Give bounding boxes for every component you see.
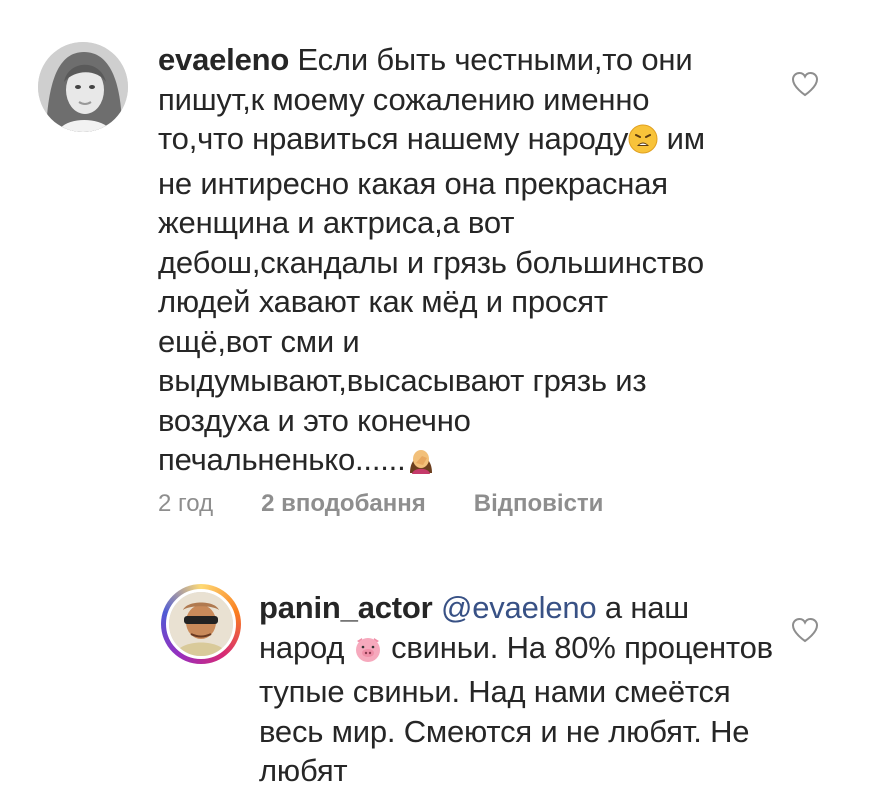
reply-button[interactable]: Відповісти xyxy=(474,490,604,518)
comment-body-part: им не интиресно какая она прекрасная жен… xyxy=(158,121,705,477)
pig-face-emoji-icon xyxy=(353,633,383,673)
comment-text: evaeleno Если быть честными,то они пишут… xyxy=(158,40,718,485)
like-heart-icon[interactable] xyxy=(790,70,820,98)
weary-face-emoji-icon xyxy=(628,124,658,164)
likes-count-link[interactable]: 2 вподобання xyxy=(261,490,426,518)
comment-time: 2 год xyxy=(158,490,214,517)
comment-item: evaeleno Если быть честными,то они пишут… xyxy=(0,0,869,540)
avatar[interactable] xyxy=(38,42,128,132)
comment-username[interactable]: evaeleno xyxy=(158,42,289,77)
avatar-image-icon xyxy=(169,592,233,656)
avatar-image-icon xyxy=(38,42,128,132)
comment-username[interactable]: panin_actor xyxy=(259,590,433,625)
mention-link[interactable]: @evaeleno xyxy=(441,590,597,625)
woman-facepalming-emoji-icon xyxy=(406,443,436,485)
like-heart-icon[interactable] xyxy=(790,616,820,644)
avatar[interactable] xyxy=(166,589,236,659)
comment-meta: 2 год 2 вподобання Відповісти xyxy=(158,490,603,518)
reply-comment-text: panin_actor @evaeleno а наш народ свиньи… xyxy=(259,588,779,791)
